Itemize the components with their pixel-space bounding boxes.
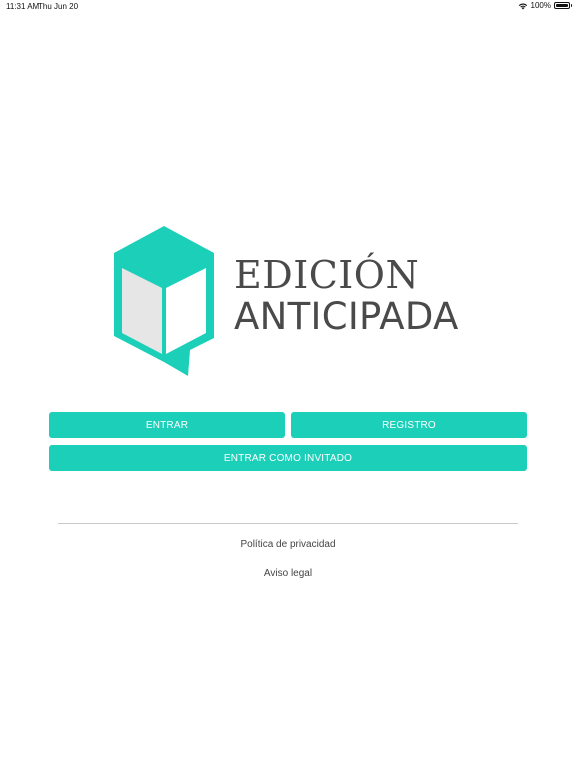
battery-icon: [554, 2, 572, 9]
guest-login-button[interactable]: ENTRAR COMO INVITADO: [49, 445, 527, 471]
status-bar: 11:31 AM Thu Jun 20 100%: [0, 0, 576, 14]
privacy-policy-link[interactable]: Política de privacidad: [0, 539, 576, 550]
battery-fill: [556, 4, 568, 7]
status-indicators: 100%: [518, 1, 572, 10]
login-button[interactable]: ENTRAR: [49, 412, 285, 438]
battery-percent: 100%: [530, 1, 551, 10]
wifi-icon: [518, 2, 528, 10]
logo-icon: [112, 226, 216, 378]
status-date: Thu Jun 20: [38, 2, 79, 11]
brand-title-line1: EDICIÓN: [234, 253, 420, 297]
divider: [58, 523, 518, 524]
status-time: 11:31 AM: [6, 2, 40, 11]
brand-title-line2: ANTICIPADA: [234, 295, 459, 338]
register-button[interactable]: REGISTRO: [291, 412, 527, 438]
legal-notice-link[interactable]: Aviso legal: [0, 568, 576, 579]
brand-title: EDICIÓN ANTICIPADA: [234, 254, 459, 338]
